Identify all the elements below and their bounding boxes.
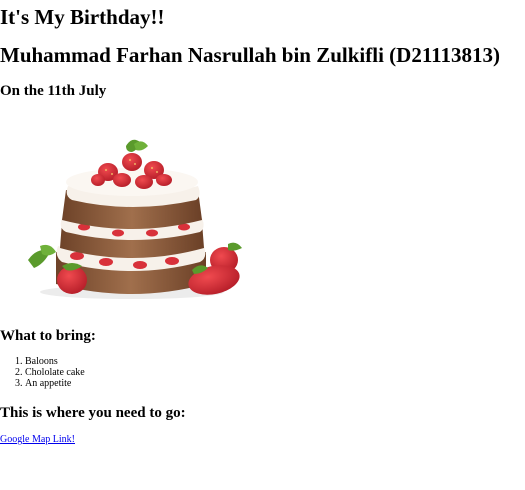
birthday-cake-image (22, 134, 248, 300)
google-map-link[interactable]: Google Map Link! (0, 434, 75, 446)
location-heading: This is where you need to go: (0, 405, 186, 421)
student-name-heading: Muhammad Farhan Nasrullah bin Zulkifli (… (0, 43, 501, 67)
bring-list: Baloons Chololate cake An appetite (0, 356, 85, 389)
list-item: An appetite (25, 378, 85, 389)
list-item: Chololate cake (25, 367, 85, 378)
list-item: Baloons (25, 356, 85, 367)
what-to-bring-heading: What to bring: (0, 328, 96, 344)
cake-icon (28, 139, 242, 299)
page-title: It's My Birthday!! (0, 5, 165, 29)
party-date-heading: On the 11th July (0, 83, 107, 99)
page: It's My Birthday!! Muhammad Farhan Nasru… (0, 0, 525, 490)
